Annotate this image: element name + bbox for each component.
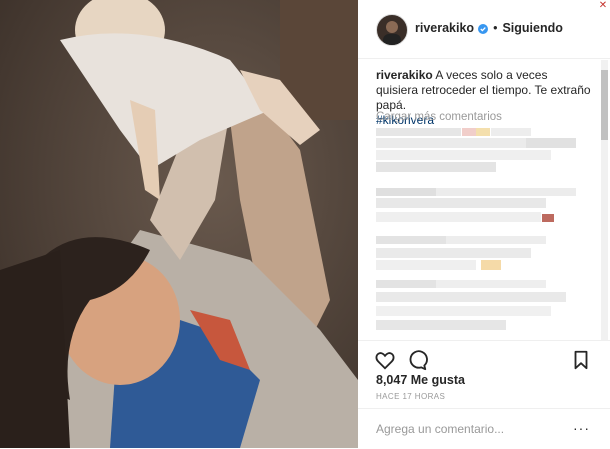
close-icon[interactable]: ✕ [596,0,610,12]
action-bar [358,340,610,377]
load-more-comments-link[interactable]: Cargar más comentarios [376,111,502,123]
comment-icon[interactable] [406,349,428,371]
separator-dot: • [493,21,498,35]
header-username[interactable]: riverakiko [415,21,474,35]
scrollbar-thumb[interactable] [601,70,608,140]
heart-icon[interactable] [374,349,396,371]
post-timestamp: HACE 17 HORAS [376,392,446,401]
post-side-panel: riverakiko • Siguiendo ✕ riverakiko A ve… [358,0,610,448]
post-header: riverakiko • Siguiendo ✕ [358,0,610,59]
more-options-button[interactable]: ··· [573,420,590,436]
comment-input[interactable]: Agrega un comentario... [376,422,504,436]
verified-badge-icon [478,23,489,34]
post-photo[interactable] [0,0,358,448]
blurred-comments [376,126,586,338]
bookmark-icon[interactable] [570,349,592,371]
follow-button[interactable]: Siguiendo [502,21,562,35]
like-count[interactable]: 8,047 Me gusta [376,373,465,387]
caption-username[interactable]: riverakiko [376,68,433,82]
comment-bar: Agrega un comentario... ··· [358,408,610,449]
avatar[interactable] [376,14,408,46]
